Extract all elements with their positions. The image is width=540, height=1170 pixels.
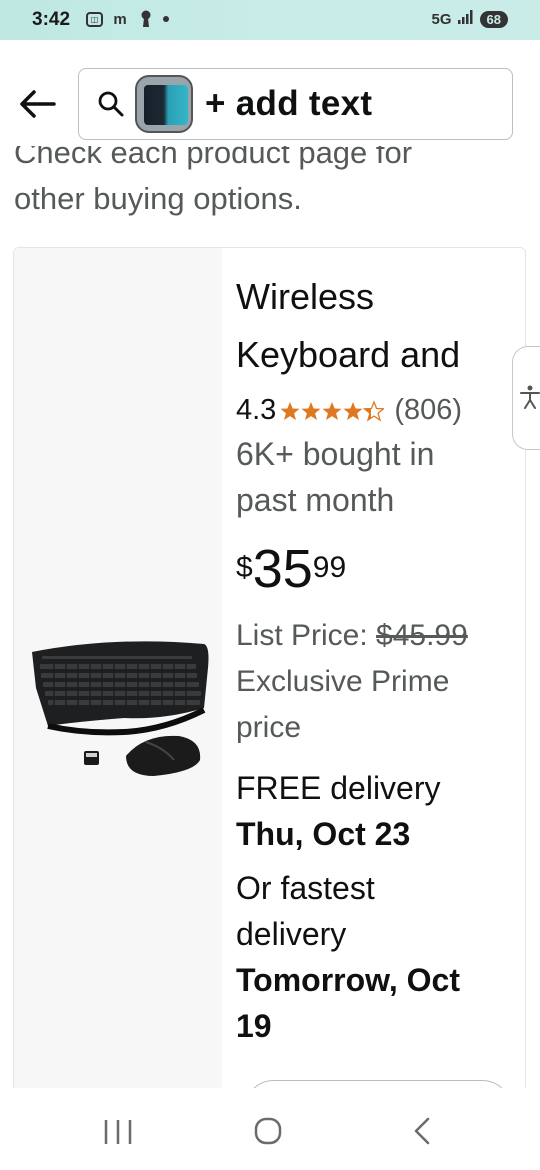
battery-icon: 68 <box>479 10 508 28</box>
notification-dot-icon <box>163 16 169 22</box>
list-price: List Price: $45.99 <box>236 613 521 659</box>
screenshot-icon: ◫ <box>86 11 103 27</box>
recents-button[interactable] <box>98 1114 138 1148</box>
search-image-thumbnail[interactable] <box>135 75 193 133</box>
star-rating-icon <box>280 400 385 421</box>
product-title-line2[interactable]: Keyboard and <box>236 326 521 384</box>
system-back-button[interactable] <box>402 1114 442 1148</box>
rating-count: (806) <box>394 394 463 426</box>
signal-icon <box>457 10 474 28</box>
status-right: 5G 68 <box>432 10 508 28</box>
keyhole-icon <box>137 10 155 28</box>
exclusive-prime-price: Exclusive Prime price <box>236 665 450 744</box>
keyboard-mouse-image <box>32 641 209 776</box>
search-header: + add text <box>0 40 540 158</box>
battery-level: 68 <box>486 11 501 27</box>
zone-app-icon: m <box>113 10 127 28</box>
list-price-value: $45.99 <box>376 619 468 652</box>
accessibility-icon <box>520 385 540 409</box>
recents-icon <box>104 1120 132 1144</box>
network-label: 5G <box>431 10 452 28</box>
status-bar: 3:42 ◫ m 5G 68 <box>0 0 540 40</box>
delivery-date: Thu, Oct 23 <box>236 816 411 852</box>
price-fraction: 99 <box>312 551 347 584</box>
product-title[interactable]: Wireless Keyboard and <box>236 268 521 384</box>
results-note: Check each product page for other buying… <box>14 146 514 222</box>
list-price-label: List Price: <box>236 619 377 652</box>
rating-row[interactable]: 4.3 (806) <box>236 394 521 427</box>
product-card[interactable]: Wireless Keyboard and 4.3 (806) 6K+ boug… <box>13 247 526 1107</box>
status-time: 3:42 <box>32 9 71 30</box>
search-icon <box>98 91 124 117</box>
keyboard-thumbnail-image <box>144 85 188 125</box>
results-note-line2: other buying options. <box>14 181 302 216</box>
fastest-delivery-label: Or fastest delivery <box>236 870 375 952</box>
rating-value: 4.3 <box>236 394 277 426</box>
fastest-delivery-date: Tomorrow, Oct 19 <box>236 962 460 1044</box>
home-icon <box>254 1117 282 1145</box>
free-delivery-label: FREE delivery <box>236 770 441 806</box>
accessibility-tab[interactable] <box>512 346 540 450</box>
product-title-line1[interactable]: Wireless <box>236 268 521 326</box>
star-rating <box>280 400 385 422</box>
price-whole: 35 <box>252 539 313 599</box>
home-button[interactable] <box>248 1114 288 1148</box>
product-image[interactable] <box>14 248 222 1106</box>
status-notification-icons: ◫ m <box>86 10 169 28</box>
search-input[interactable]: + add text <box>78 68 513 140</box>
bought-in-past-month: 6K+ bought in past month <box>236 436 435 518</box>
price: $ 35 99 <box>236 541 521 597</box>
back-button[interactable] <box>18 88 58 120</box>
back-icon <box>414 1117 430 1145</box>
product-info: Wireless Keyboard and 4.3 (806) 6K+ boug… <box>236 268 521 1049</box>
arrow-left-icon <box>20 90 56 118</box>
results-note-line1: Check each product page for <box>14 146 413 170</box>
add-text-label[interactable]: + add text <box>205 84 372 124</box>
system-nav-bar <box>0 1088 540 1170</box>
price-symbol: $ <box>236 551 253 584</box>
